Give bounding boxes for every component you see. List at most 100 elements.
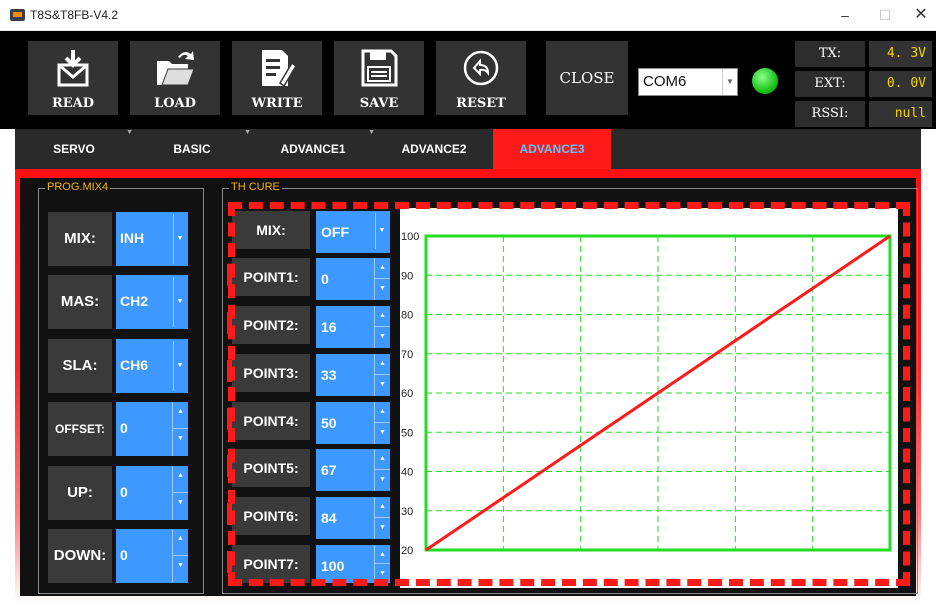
tab-advance1[interactable]: ADVANCE1 ▼ (251, 129, 375, 169)
point6-label: POINT6: (232, 497, 310, 535)
stepper-down-icon[interactable]: ▼ (374, 423, 390, 444)
load-label: LOAD (154, 96, 196, 111)
stepper-up-icon[interactable]: ▲ (374, 497, 390, 518)
stepper-down-icon[interactable]: ▼ (374, 279, 390, 300)
window-title: T8S&T8FB-V4.2 (30, 8, 119, 22)
point1-stepper[interactable]: 0 ▲ ▼ (316, 258, 390, 300)
point3-value: 33 (321, 367, 337, 383)
reset-button[interactable]: RESET (436, 41, 526, 115)
prog-mix-down-value: 0 (120, 547, 128, 563)
prog-mix-slave-select[interactable]: CH6 ▼ (116, 339, 188, 393)
read-label: READ (51, 96, 95, 111)
chevron-down-icon: ▼ (375, 213, 388, 249)
y-tick-label: 30 (401, 506, 413, 518)
stepper-down-icon[interactable]: ▼ (374, 518, 390, 539)
stepper-up-icon[interactable]: ▲ (374, 449, 390, 470)
tab-marker-icon: ▼ (126, 129, 133, 136)
point5-label: POINT5: (232, 449, 310, 487)
stepper-up-icon[interactable]: ▲ (172, 402, 188, 429)
stepper-down-icon[interactable]: ▼ (172, 429, 188, 456)
stepper-up-icon[interactable]: ▲ (374, 402, 390, 423)
prog-mix-mix-select[interactable]: INH ▼ (116, 212, 188, 266)
point5-value: 67 (321, 462, 337, 478)
point5-stepper[interactable]: 67 ▲ ▼ (316, 449, 390, 491)
point7-label: POINT7: (232, 545, 310, 583)
point2-stepper[interactable]: 16 ▲ ▼ (316, 306, 390, 348)
prog-mix-up-stepper[interactable]: 0 ▲ ▼ (116, 466, 188, 520)
stepper-up-icon[interactable]: ▲ (374, 354, 390, 375)
tab-basic-label: BASIC (173, 142, 211, 156)
stepper-up-icon[interactable]: ▲ (374, 545, 390, 564)
minimize-button[interactable]: – (830, 4, 860, 26)
tab-servo[interactable]: SERVO ▼ (15, 129, 133, 169)
close-window-button[interactable]: ✕ (906, 4, 936, 26)
prog-mix-slave-label: SLA: (48, 339, 112, 393)
prog-mix-slave-value: CH6 (120, 357, 149, 373)
tab-advance1-label: ADVANCE1 (280, 142, 346, 156)
download-mail-icon (57, 50, 89, 87)
maximize-button[interactable]: ☐ (870, 4, 900, 26)
chevron-down-icon: ▼ (722, 69, 737, 95)
stepper-up-icon[interactable]: ▲ (172, 529, 188, 556)
close-port-button[interactable]: CLOSE (546, 41, 628, 115)
title-bar: T8S&T8FB-V4.2 – ☐ ✕ (0, 0, 936, 31)
throttle-curve-svg: 100 90 80 70 60 50 40 30 20 (401, 231, 892, 557)
stepper-down-icon[interactable]: ▼ (374, 470, 390, 491)
stepper-down-icon[interactable]: ▼ (374, 327, 390, 348)
rssi-label: RSSI: (795, 101, 865, 127)
point6-stepper[interactable]: 84 ▲ ▼ (316, 497, 390, 539)
chevron-down-icon: ▼ (173, 214, 186, 264)
open-folder-icon (157, 51, 195, 86)
prog-mix-offset-value: 0 (120, 420, 128, 436)
save-button[interactable]: SAVE (334, 41, 424, 115)
point3-stepper[interactable]: 33 ▲ ▼ (316, 354, 390, 396)
th-curve-title: TH CURE (229, 181, 282, 193)
write-button[interactable]: WRITE (232, 41, 322, 115)
prog-mix-down-stepper[interactable]: 0 ▲ ▼ (116, 529, 188, 583)
stepper-down-icon[interactable]: ▼ (374, 375, 390, 396)
reset-label: RESET (456, 96, 506, 111)
prog-mix-down-label: DOWN: (48, 529, 112, 583)
tab-basic[interactable]: BASIC ▼ (133, 129, 251, 169)
point4-stepper[interactable]: 50 ▲ ▼ (316, 402, 390, 444)
tab-advance2-label: ADVANCE2 (401, 142, 467, 156)
y-tick-label: 70 (401, 349, 413, 361)
point1-value: 0 (321, 271, 329, 287)
tab-advance2[interactable]: ADVANCE2 (375, 129, 493, 169)
point2-label: POINT2: (232, 306, 310, 344)
ext-label: EXT: (795, 71, 865, 97)
point7-stepper[interactable]: 100 ▲ ▼ (316, 545, 390, 583)
tx-value: 4. 3V (869, 41, 932, 67)
prog-mix-master-value: CH2 (120, 293, 149, 309)
tab-advance3[interactable]: ADVANCE3 (493, 129, 611, 169)
point7-value: 100 (321, 558, 345, 574)
load-button[interactable]: LOAD (130, 41, 220, 115)
write-label: WRITE (251, 96, 303, 111)
prog-mix-offset-label: OFFSET: (48, 402, 112, 456)
tab-servo-label: SERVO (53, 142, 95, 156)
prog-mix-offset-stepper[interactable]: 0 ▲ ▼ (116, 402, 188, 456)
com-port-select[interactable]: COM6 ▼ (638, 68, 738, 96)
read-button[interactable]: READ (28, 41, 118, 115)
stepper-up-icon[interactable]: ▲ (374, 306, 390, 327)
stepper-down-icon[interactable]: ▼ (172, 493, 188, 520)
com-port-value: COM6 (643, 73, 687, 90)
point2-value: 16 (321, 319, 337, 335)
stepper-down-icon[interactable]: ▼ (374, 564, 390, 583)
th-curve-mix-select[interactable]: OFF ▼ (316, 211, 390, 253)
prog-mix-master-select[interactable]: CH2 ▼ (116, 275, 188, 329)
point4-label: POINT4: (232, 402, 310, 440)
y-tick-label: 60 (401, 388, 413, 400)
point1-label: POINT1: (232, 258, 310, 296)
stepper-up-icon[interactable]: ▲ (172, 466, 188, 493)
y-tick-label: 90 (401, 270, 413, 282)
tab-marker-icon: ▼ (244, 129, 251, 136)
tx-label: TX: (795, 41, 865, 67)
chevron-down-icon: ▼ (173, 341, 186, 391)
tab-advance3-label: ADVANCE3 (519, 142, 585, 156)
point3-label: POINT3: (232, 354, 310, 392)
stepper-up-icon[interactable]: ▲ (374, 258, 390, 279)
chevron-down-icon: ▼ (173, 277, 186, 327)
stepper-down-icon[interactable]: ▼ (172, 556, 188, 583)
connection-status-led (752, 68, 778, 94)
